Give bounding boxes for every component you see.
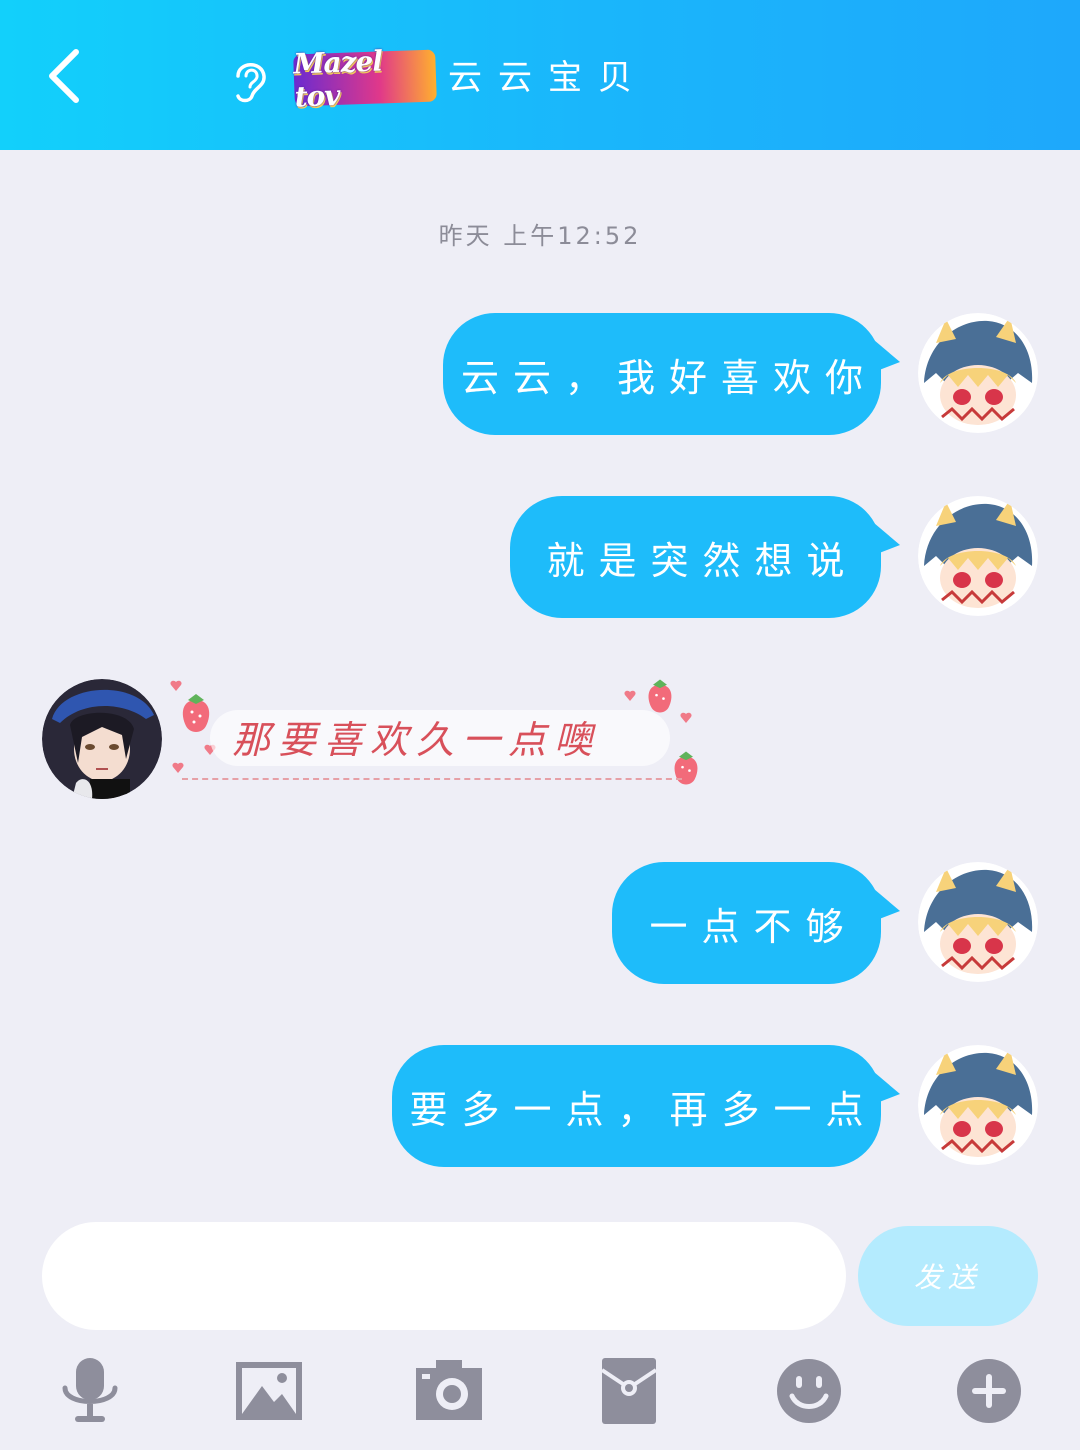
back-icon[interactable] — [42, 44, 92, 108]
bubble-tail — [874, 340, 900, 372]
bubble-tail — [874, 889, 900, 921]
send-button[interactable]: 发送 — [858, 1226, 1038, 1326]
image-icon[interactable] — [234, 1356, 304, 1426]
message-text: 那要喜欢久一点噢 — [232, 718, 601, 762]
message-text: 云云，我好喜欢你 — [460, 355, 877, 400]
bubble-tail — [874, 1072, 900, 1104]
sent-message-bubble[interactable]: 要多一点，再多一点 — [392, 1045, 881, 1167]
strawberry-icon — [182, 694, 210, 732]
message-text: 就是突然想说 — [546, 538, 859, 583]
emoji-icon[interactable] — [774, 1356, 844, 1426]
sent-message-bubble[interactable]: 一点不够 — [612, 862, 881, 984]
my-avatar[interactable] — [918, 862, 1038, 982]
message-text: 一点不够 — [649, 904, 858, 949]
heart-icon — [172, 762, 184, 773]
red-packet-icon[interactable] — [594, 1356, 664, 1426]
heart-icon — [680, 712, 692, 723]
strawberry-icon — [674, 751, 698, 785]
my-avatar[interactable] — [918, 313, 1038, 433]
message-text: 要多一点，再多一点 — [409, 1087, 878, 1132]
chat-title: 云云宝贝 — [448, 58, 648, 98]
camera-icon[interactable] — [414, 1356, 484, 1426]
sent-message-bubble[interactable]: 就是突然想说 — [510, 496, 881, 618]
bubble-tail — [874, 523, 900, 555]
my-avatar[interactable] — [918, 496, 1038, 616]
my-avatar[interactable] — [918, 1045, 1038, 1165]
badge-text: Mazel tov — [292, 44, 383, 114]
mazel-tov-badge: Mazel tov — [293, 44, 437, 113]
chat-header: Mazel tov 云云宝贝 — [0, 0, 1080, 150]
plus-icon[interactable] — [954, 1356, 1024, 1426]
contact-avatar[interactable] — [42, 679, 162, 799]
heart-icon — [170, 680, 182, 691]
message-timestamp: 昨天 上午12:52 — [438, 222, 642, 250]
heart-icon — [624, 690, 636, 701]
ear-icon[interactable] — [228, 54, 272, 104]
microphone-icon[interactable] — [55, 1356, 125, 1426]
message-input[interactable] — [42, 1222, 846, 1330]
sent-message-bubble[interactable]: 云云，我好喜欢你 — [443, 313, 881, 435]
decorative-divider — [182, 778, 682, 780]
